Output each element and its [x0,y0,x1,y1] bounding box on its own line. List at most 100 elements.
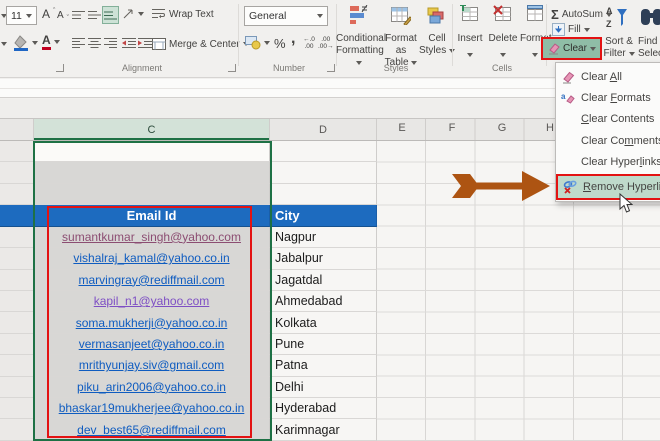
font-color-button[interactable]: A [42,34,60,50]
city-cell[interactable]: Pune [270,333,377,356]
cell[interactable] [0,398,34,420]
email-cell[interactable]: vishalraj_kamal@yahoo.co.in [34,248,270,270]
menu-item-clear-formats[interactable]: a Clear Formats [556,87,660,108]
city-cell[interactable]: Ahmedabad [270,290,377,313]
decrease-indent-button[interactable] [120,34,137,52]
align-middle-icon [88,10,101,19]
email-link[interactable]: soma.mukherji@yahoo.co.in [76,316,228,330]
email-link[interactable]: kapil_n1@yahoo.com [94,294,210,308]
fill-color-button[interactable] [13,35,38,51]
align-left-button[interactable] [70,34,87,52]
shrink-font-button[interactable]: Aˇ [57,9,69,22]
email-cell[interactable]: marvingray@rediffmail.com [34,269,270,291]
align-top-button[interactable] [70,6,87,24]
email-link[interactable]: vermasanjeet@yahoo.co.in [79,337,225,351]
menu-item-clear-all[interactable]: Clear All [556,66,660,87]
column-header-d[interactable]: D [270,119,377,140]
column-header-g[interactable]: G [495,122,509,134]
border-dropdown-caret[interactable] [1,42,7,46]
cell[interactable] [0,248,34,270]
email-link[interactable]: vishalraj_kamal@yahoo.co.in [73,251,229,265]
city-cell[interactable]: Nagpur [270,226,377,249]
email-link[interactable]: mrithyunjay.siv@gmail.com [79,358,224,372]
column-header-b[interactable] [0,119,34,140]
insert-cells-button[interactable]: Insert [456,5,484,61]
email-link[interactable]: bhaskar19mukherjee@yahoo.co.in [59,401,245,415]
email-link[interactable]: marvingray@rediffmail.com [79,273,225,287]
city-cell[interactable]: Kolkata [270,312,377,334]
cell[interactable] [0,333,34,356]
city-cell[interactable]: Jagatdal [270,269,377,291]
delete-cells-button[interactable]: Delete [488,5,518,61]
cell[interactable] [270,141,377,163]
number-format-select[interactable]: General [244,6,328,26]
city-cell[interactable]: Jabalpur [270,248,377,270]
table-row: vishalraj_kamal@yahoo.co.in Jabalpur [0,248,377,270]
email-link[interactable]: dev_best65@rediffmail.com [77,423,226,437]
cell[interactable] [270,162,377,184]
cell[interactable] [0,419,34,441]
cell[interactable] [34,162,270,184]
clear-button[interactable]: Clear [543,39,600,58]
merge-center-button[interactable]: Merge & Center [152,38,249,50]
email-link[interactable]: piku_arin2006@yahoo.co.in [77,380,226,394]
cell[interactable] [270,183,377,206]
email-cell[interactable]: sumantkumar_singh@yahoo.com [34,226,270,249]
email-cell[interactable]: vermasanjeet@yahoo.co.in [34,333,270,356]
cell[interactable] [0,269,34,291]
align-center-button[interactable] [86,34,103,52]
email-link[interactable]: sumantkumar_singh@yahoo.com [62,230,241,244]
number-dialog-launcher[interactable] [327,64,335,72]
column-header-c[interactable]: C [34,119,270,140]
fill-button[interactable]: Fill [552,23,590,36]
accounting-format-button[interactable] [245,35,270,50]
menu-item-clear-hyperlinks[interactable]: Clear Hyperlinks [556,152,660,173]
increase-decimal-button[interactable]: ←.0 .00 [303,36,315,50]
find-select-button[interactable]: Find Selec [638,9,660,60]
city-cell[interactable]: Karimnagar [270,419,377,441]
email-cell[interactable]: bhaskar19mukherjee@yahoo.co.in [34,398,270,420]
email-header-cell[interactable]: Email Id [34,205,270,227]
align-right-button[interactable] [102,34,119,52]
font-size-input[interactable]: 11 [6,6,37,25]
email-cell[interactable]: mrithyunjay.siv@gmail.com [34,355,270,377]
percent-style-button[interactable]: % [274,36,286,51]
column-header-f[interactable]: F [445,122,459,134]
email-cell[interactable]: kapil_n1@yahoo.com [34,290,270,313]
cell[interactable] [0,162,34,184]
font-color-icon: A [42,34,51,50]
comma-style-button[interactable]: , [291,30,295,48]
menu-item-remove-hyperlinks[interactable]: Remove Hyperlinks [556,173,660,200]
alignment-dialog-launcher[interactable] [228,64,236,72]
align-middle-button[interactable] [86,6,103,24]
email-cell[interactable]: piku_arin2006@yahoo.co.in [34,376,270,399]
autosum-button[interactable]: Σ AutoSum [551,7,612,22]
cell[interactable] [0,376,34,399]
wrap-text-button[interactable]: Wrap Text [152,8,214,20]
cell[interactable] [0,312,34,334]
menu-item-clear-comments[interactable]: Clear Comments [556,130,660,151]
cell[interactable] [0,355,34,377]
cell[interactable] [0,226,34,249]
sort-filter-button[interactable]: AZ Sort & Filter [598,6,640,60]
increase-indent-button[interactable] [136,34,153,52]
decrease-decimal-button[interactable]: .00 .00→ [318,36,334,50]
cell[interactable] [0,183,34,206]
orientation-button[interactable] [122,8,144,20]
city-cell[interactable]: Hyderabad [270,398,377,420]
grow-font-button[interactable]: Aˆ [42,7,55,21]
align-bottom-button[interactable] [102,6,119,24]
font-dialog-launcher[interactable] [56,64,64,72]
cell[interactable] [0,205,34,227]
email-cell[interactable]: soma.mukherji@yahoo.co.in [34,312,270,334]
cell[interactable] [34,183,270,206]
email-cell[interactable]: dev_best65@rediffmail.com [34,419,270,441]
city-header-cell[interactable]: City [270,205,377,227]
city-cell[interactable]: Delhi [270,376,377,399]
active-cell[interactable] [34,141,270,163]
cell[interactable] [0,290,34,313]
column-header-e[interactable]: E [395,122,409,134]
cell[interactable] [0,141,34,163]
city-cell[interactable]: Patna [270,355,377,377]
menu-item-clear-contents[interactable]: Clear Contents [556,109,660,130]
